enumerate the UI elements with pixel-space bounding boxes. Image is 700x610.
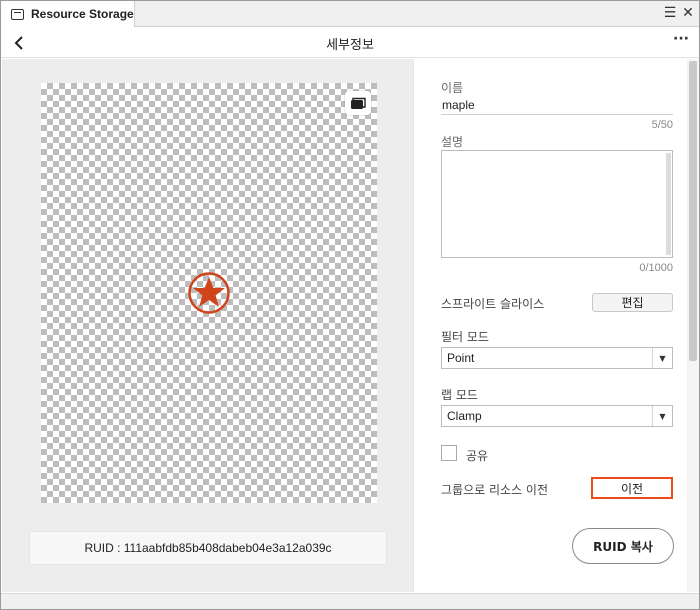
tab-label: Resource Storage [31,7,134,21]
wrap-mode-select[interactable]: Clamp ▼ [441,405,673,427]
panel-scrollbar-thumb[interactable] [689,61,697,361]
description-counter: 0/1000 [639,262,673,274]
description-textarea[interactable] [441,150,673,258]
chevron-down-icon[interactable]: ▼ [652,406,672,426]
status-bar [1,593,699,609]
detail-header: 세부정보 ··· [1,28,699,58]
page-title: 세부정보 [326,38,374,53]
resource-storage-window: Resource Storage ☰ ✕ 세부정보 ··· RUID : 111… [0,0,700,610]
name-label: 이름 [441,81,464,95]
background-toggle-button[interactable] [345,91,371,115]
preview-pane: RUID : 111aabfdb85b408dabeb04e3a12a039c [2,59,413,592]
more-options-icon[interactable]: ··· [673,31,689,47]
maple-star-image [188,272,230,314]
menu-icon[interactable]: ☰ [663,5,677,21]
copy-ruid-button[interactable]: RUID 복사 [572,528,674,564]
filter-mode-label: 필터 모드 [441,330,489,344]
name-counter: 5/50 [651,119,673,131]
name-input[interactable]: maple [442,98,475,112]
transfer-label: 그룹으로 리소스 이전 [441,483,548,497]
image-preview-canvas [41,83,377,503]
chevron-down-icon[interactable]: ▼ [652,348,672,368]
description-label: 설명 [441,135,464,149]
panel-scrollbar[interactable] [687,59,699,592]
details-panel: 이름 maple 5/50 설명 0/1000 스프라이트 슬라이스 편집 필터… [413,59,699,592]
filter-mode-select[interactable]: Point ▼ [441,347,673,369]
close-icon[interactable]: ✕ [681,5,695,21]
wrap-mode-value: Clamp [447,409,482,423]
share-label: 공유 [466,449,489,463]
sprite-edit-button[interactable]: 편집 [592,293,673,312]
tab-resource-storage[interactable]: Resource Storage [1,1,135,27]
name-input-underline [441,114,673,115]
filter-mode-value: Point [447,351,475,365]
description-scrollbar[interactable] [666,153,671,255]
share-checkbox[interactable] [441,445,457,461]
layers-icon [351,97,366,109]
wrap-mode-label: 랩 모드 [441,388,478,402]
storage-icon [11,8,24,20]
tab-bar: Resource Storage ☰ ✕ [1,1,699,27]
sprite-slice-label: 스프라이트 슬라이스 [441,297,545,311]
ruid-display: RUID : 111aabfdb85b408dabeb04e3a12a039c [29,531,387,565]
transfer-button[interactable]: 이전 [591,477,673,499]
